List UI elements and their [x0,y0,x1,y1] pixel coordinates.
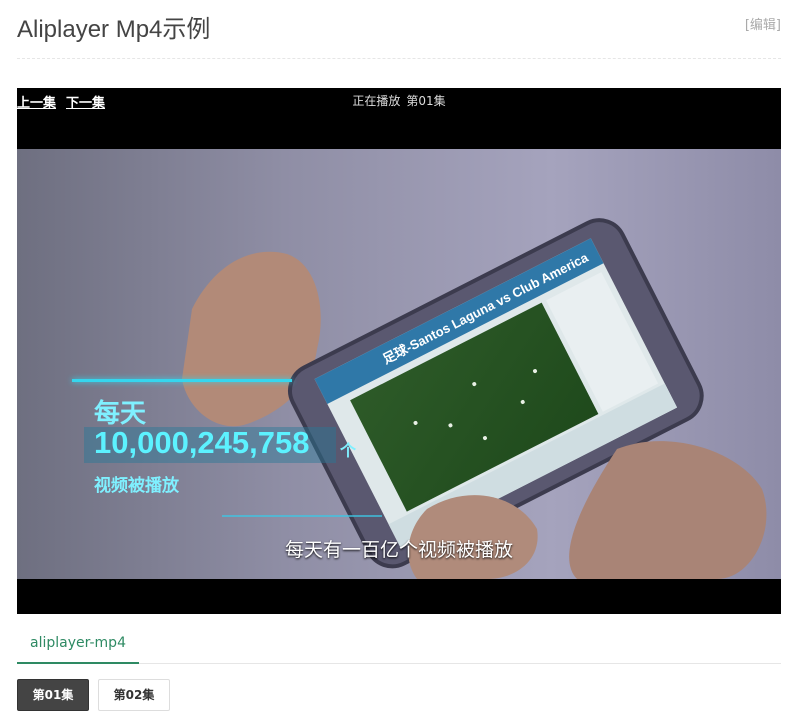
next-episode-link[interactable]: 下一集 [66,92,105,111]
now-playing-episode: 第01集 [406,94,446,108]
stat-unit: 个 [340,441,357,460]
video-player[interactable]: 上一集 下一集 正在播放 第01集 足球-Santos Laguna vs Cl… [17,88,781,614]
prev-episode-link[interactable]: 上一集 [17,92,56,111]
video-frame[interactable]: 足球-Santos Laguna vs Club America 每天 10,0… [17,149,781,579]
video-subtitle: 每天有一百亿个视频被播放 [284,539,513,561]
now-playing-indicator: 正在播放 第01集 [17,92,781,109]
tab-aliplayer-mp4[interactable]: aliplayer-mp4 [17,624,139,664]
stat-caption: 视频被播放 [94,476,179,496]
episode-02-button[interactable]: 第02集 [98,679,170,711]
now-playing-label: 正在播放 [352,94,401,108]
player-top-bar: 上一集 下一集 正在播放 第01集 [17,88,781,112]
episode-01-button[interactable]: 第01集 [17,679,89,711]
page-title: Aliplayer Mp4示例 [17,16,211,43]
tab-bar: aliplayer-mp4 [17,624,781,664]
overlay-top-line [72,379,292,382]
edit-link[interactable]: [编辑] [745,14,781,33]
stat-number: 10,000,245,758 [94,425,310,460]
overlay-bottom-line [222,515,382,517]
page-header: Aliplayer Mp4示例 [编辑] [17,0,781,59]
